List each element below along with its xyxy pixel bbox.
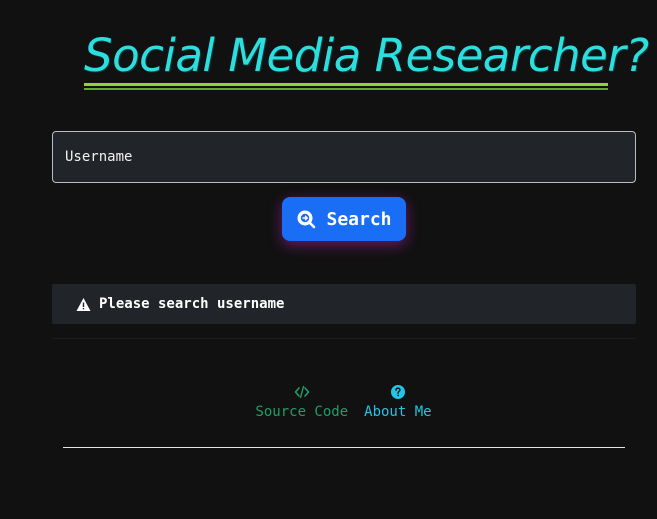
search-button[interactable]: Search bbox=[282, 197, 406, 241]
warning-icon bbox=[76, 297, 91, 312]
search-icon bbox=[296, 209, 316, 229]
source-code-link[interactable]: Source Code bbox=[255, 384, 348, 420]
code-icon bbox=[294, 384, 310, 400]
status-alert: Please search username bbox=[52, 284, 636, 324]
source-code-label: Source Code bbox=[255, 404, 349, 420]
about-me-label: About Me bbox=[364, 404, 432, 420]
search-button-label: Search bbox=[326, 208, 392, 230]
about-me-link[interactable]: About Me bbox=[364, 384, 432, 420]
page: Social Media Researcher? Search Please s… bbox=[0, 0, 657, 519]
page-title: Social Media Researcher? bbox=[84, 29, 649, 82]
footer-links: Source Code About Me bbox=[0, 384, 657, 420]
title-underline bbox=[84, 83, 608, 86]
title-block: Social Media Researcher? bbox=[84, 28, 649, 90]
divider bbox=[52, 338, 636, 339]
username-input[interactable] bbox=[52, 131, 636, 183]
question-icon bbox=[390, 384, 406, 400]
alert-message: Please search username bbox=[99, 296, 285, 312]
title-underline-secondary bbox=[84, 88, 608, 90]
footer-divider bbox=[63, 447, 625, 448]
